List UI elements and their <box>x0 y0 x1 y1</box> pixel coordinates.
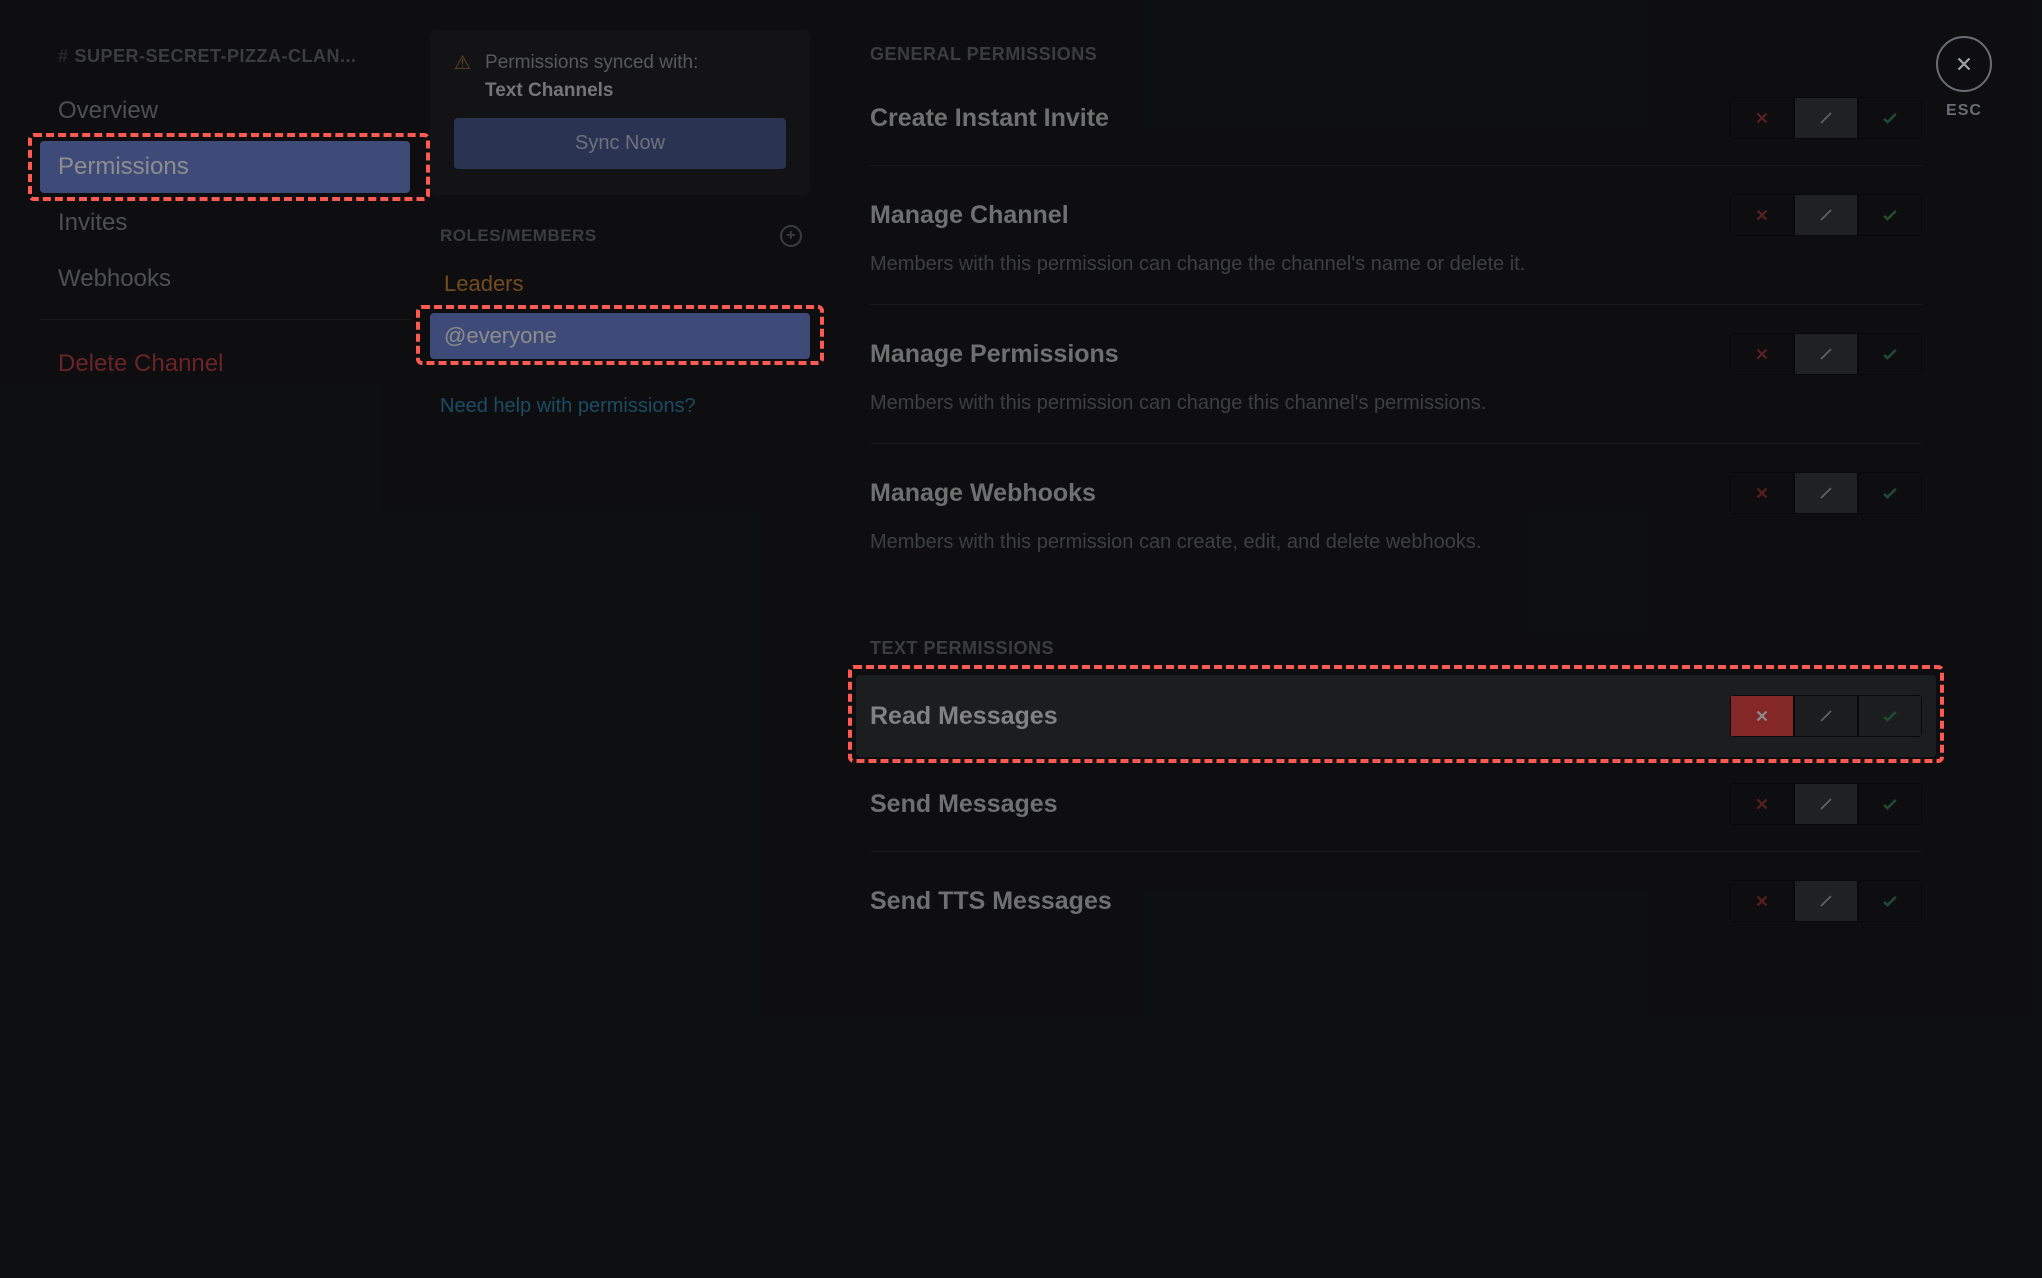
permission-section-heading: GENERAL PERMISSIONS <box>870 44 1922 65</box>
permission-deny-button[interactable] <box>1730 783 1794 825</box>
close-button[interactable] <box>1936 36 1992 92</box>
permission-row: Read Messages <box>856 675 1936 757</box>
permission-title: Send TTS Messages <box>870 887 1112 916</box>
permission-neutral-button[interactable] <box>1794 333 1858 375</box>
sidebar-divider <box>40 319 410 320</box>
permission-toggle-group <box>1730 194 1922 236</box>
roles-column: ⚠ Permissions synced with: Text Channels… <box>430 0 830 1278</box>
permission-deny-button[interactable] <box>1730 880 1794 922</box>
permission-neutral-button[interactable] <box>1794 880 1858 922</box>
permission-deny-button[interactable] <box>1730 194 1794 236</box>
permission-allow-button[interactable] <box>1858 880 1922 922</box>
sync-card: ⚠ Permissions synced with: Text Channels… <box>430 30 810 195</box>
sidebar-item-invites[interactable]: Invites <box>40 197 410 249</box>
sidebar-item-label: Webhooks <box>58 265 171 292</box>
permission-neutral-button[interactable] <box>1794 783 1858 825</box>
sidebar-item-overview[interactable]: Overview <box>40 85 410 137</box>
role-item-everyone[interactable]: @everyone <box>430 313 810 359</box>
permission-title: Manage Webhooks <box>870 479 1096 508</box>
permission-toggle-group <box>1730 97 1922 139</box>
permissions-help-link[interactable]: Need help with permissions? <box>430 365 810 418</box>
permission-row: Create Instant Invite <box>870 89 1922 161</box>
permission-deny-button[interactable] <box>1730 97 1794 139</box>
permission-title: Manage Permissions <box>870 340 1119 369</box>
sidebar-item-label: Delete Channel <box>58 350 223 377</box>
permission-description: Members with this permission can create,… <box>870 528 1650 556</box>
row-divider <box>870 443 1922 444</box>
permission-row: Manage Permissions Members with this per… <box>870 325 1922 439</box>
permission-row: Manage Channel Members with this permiss… <box>870 186 1922 300</box>
row-divider <box>870 165 1922 166</box>
button-label: Sync Now <box>575 132 665 154</box>
permission-deny-button[interactable] <box>1730 695 1794 737</box>
permission-allow-button[interactable] <box>1858 333 1922 375</box>
permission-row: Manage Webhooks Members with this permis… <box>870 464 1922 578</box>
permission-allow-button[interactable] <box>1858 194 1922 236</box>
link-label: Need help with permissions? <box>440 395 696 417</box>
role-label: @everyone <box>444 323 557 348</box>
channel-name-header: # SUPER-SECRET-PIZZA-CLAN... <box>40 40 410 85</box>
warning-icon: ⚠ <box>454 52 471 102</box>
permission-toggle-group <box>1730 880 1922 922</box>
sidebar-item-delete-channel[interactable]: Delete Channel <box>40 338 410 390</box>
permission-toggle-group <box>1730 472 1922 514</box>
permission-neutral-button[interactable] <box>1794 97 1858 139</box>
permission-neutral-button[interactable] <box>1794 472 1858 514</box>
permission-neutral-button[interactable] <box>1794 695 1858 737</box>
permission-allow-button[interactable] <box>1858 97 1922 139</box>
permission-neutral-button[interactable] <box>1794 194 1858 236</box>
channel-settings-sidebar: # SUPER-SECRET-PIZZA-CLAN... Overview Pe… <box>0 0 430 1278</box>
roles-members-header: ROLES/MEMBERS + <box>430 225 810 261</box>
sync-now-button[interactable]: Sync Now <box>454 118 786 169</box>
close-icon <box>1953 53 1975 75</box>
row-divider <box>870 304 1922 305</box>
permission-title: Create Instant Invite <box>870 104 1109 133</box>
permission-deny-button[interactable] <box>1730 472 1794 514</box>
permissions-panel: GENERAL PERMISSIONS Create Instant Invit… <box>830 0 2042 1278</box>
permission-toggle-group <box>1730 695 1922 737</box>
permission-title: Send Messages <box>870 790 1058 819</box>
hash-icon: # <box>58 46 69 67</box>
sidebar-item-permissions[interactable]: Permissions <box>40 141 410 193</box>
permission-row: Send TTS Messages <box>870 872 1922 944</box>
roles-heading-label: ROLES/MEMBERS <box>440 226 597 246</box>
permission-toggle-group <box>1730 333 1922 375</box>
permission-allow-button[interactable] <box>1858 695 1922 737</box>
permission-section-heading: TEXT PERMISSIONS <box>870 638 1922 659</box>
sync-line-2: Text Channels <box>485 80 698 102</box>
sidebar-item-label: Invites <box>58 209 127 236</box>
sidebar-item-webhooks[interactable]: Webhooks <box>40 253 410 305</box>
sidebar-item-label: Permissions <box>58 153 189 180</box>
permission-title: Manage Channel <box>870 201 1069 230</box>
channel-name: SUPER-SECRET-PIZZA-CLAN... <box>75 46 357 67</box>
sidebar-item-label: Overview <box>58 97 158 124</box>
permission-description: Members with this permission can change … <box>870 250 1650 278</box>
role-item-leaders[interactable]: Leaders <box>430 261 810 307</box>
permission-allow-button[interactable] <box>1858 472 1922 514</box>
permission-allow-button[interactable] <box>1858 783 1922 825</box>
add-role-button[interactable]: + <box>780 225 802 247</box>
permission-row: Send Messages <box>870 775 1922 847</box>
permission-title: Read Messages <box>870 702 1058 731</box>
row-divider <box>870 851 1922 852</box>
sync-line-1: Permissions synced with: <box>485 52 698 74</box>
permission-description: Members with this permission can change … <box>870 389 1650 417</box>
permission-toggle-group <box>1730 783 1922 825</box>
role-label: Leaders <box>444 271 524 296</box>
permission-deny-button[interactable] <box>1730 333 1794 375</box>
esc-label: ESC <box>1946 102 1982 120</box>
